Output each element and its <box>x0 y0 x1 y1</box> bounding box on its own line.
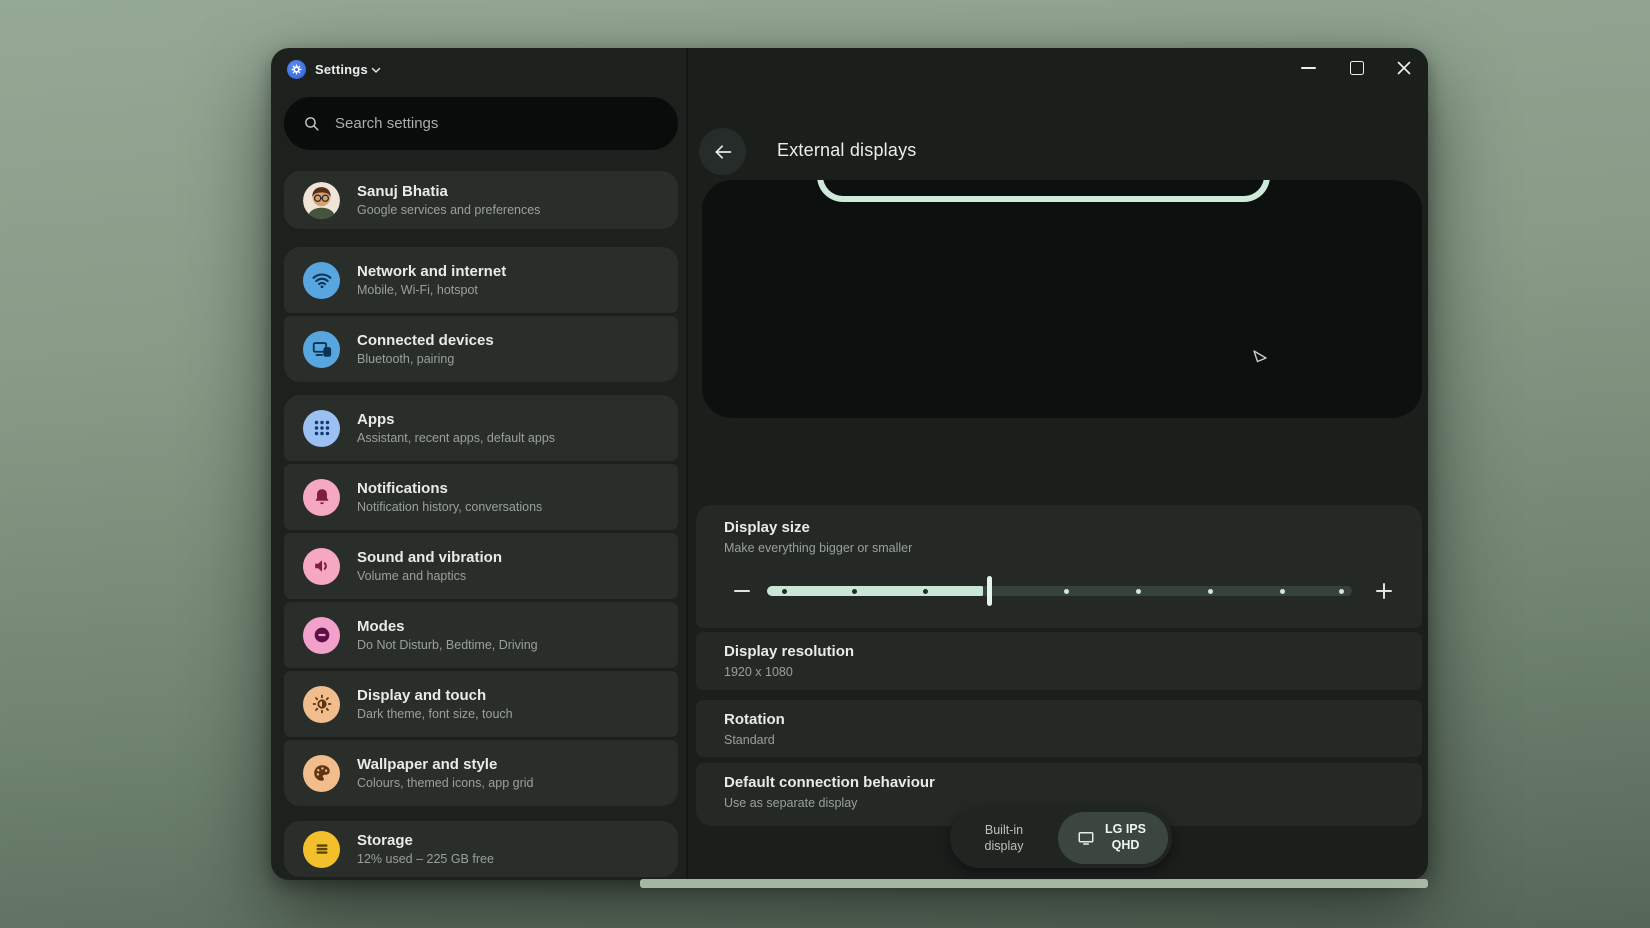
storage-icon <box>303 831 340 868</box>
display-switcher: Built-in display LG IPS QHD <box>950 808 1172 868</box>
titlebar: Settings <box>271 48 1428 92</box>
close-button[interactable] <box>1387 48 1421 88</box>
sidebar-item-subtitle: Do Not Disturb, Bedtime, Driving <box>357 638 538 652</box>
detail-pane: External displays Display size Make ever… <box>686 48 1428 880</box>
sidebar-item-subtitle: Notification history, conversations <box>357 500 542 514</box>
brightness-icon <box>303 686 340 723</box>
display-resolution-value: 1920 x 1080 <box>724 665 1422 680</box>
search-bar[interactable] <box>284 97 678 150</box>
switcher-option-external[interactable]: LG IPS QHD <box>1058 812 1168 864</box>
apps-grid-icon <box>303 410 340 447</box>
slider-tick <box>1208 589 1213 594</box>
dnd-icon <box>303 617 340 654</box>
search-input[interactable] <box>333 114 637 133</box>
switcher-option-builtin[interactable]: Built-in display <box>950 808 1058 868</box>
page-title: External displays <box>777 140 916 161</box>
sidebar-item-connected-devices[interactable]: Connected devices Bluetooth, pairing <box>284 316 678 382</box>
sidebar-item-title: Connected devices <box>357 332 494 349</box>
gear-icon <box>290 63 303 76</box>
sidebar-item-title: Sanuj Bhatia <box>357 183 540 200</box>
rotation-title: Rotation <box>724 711 1422 729</box>
maximize-button[interactable] <box>1340 48 1374 88</box>
close-icon <box>1397 61 1411 75</box>
sidebar-item-account[interactable]: Sanuj Bhatia Google services and prefere… <box>284 171 678 229</box>
sidebar-item-title: Sound and vibration <box>357 549 502 566</box>
sidebar-item-notifications[interactable]: Notifications Notification history, conv… <box>284 464 678 530</box>
sidebar-item-title: Storage <box>357 832 494 849</box>
palette-icon <box>303 755 340 792</box>
back-arrow-icon <box>713 142 733 162</box>
minus-icon <box>730 579 754 603</box>
window-bottom-highlight <box>640 879 1428 888</box>
slider-increase-button[interactable] <box>1372 579 1396 603</box>
sidebar-item-wallpaper[interactable]: Wallpaper and style Colours, themed icon… <box>284 740 678 806</box>
devices-icon <box>303 331 340 368</box>
sidebar-item-display[interactable]: Display and touch Dark theme, font size,… <box>284 671 678 737</box>
sidebar-item-sound[interactable]: Sound and vibration Volume and haptics <box>284 533 678 599</box>
settings-app-icon <box>287 60 306 79</box>
rotation-value: Standard <box>724 733 1422 748</box>
slider-tick <box>782 589 787 594</box>
display-preview-outline <box>817 180 1270 202</box>
bell-icon <box>303 479 340 516</box>
mouse-cursor-icon <box>1250 348 1270 368</box>
sidebar-item-title: Network and internet <box>357 263 506 280</box>
sidebar-item-subtitle: Volume and haptics <box>357 569 502 583</box>
sidebar-item-network[interactable]: Network and internet Mobile, Wi-Fi, hots… <box>284 247 678 313</box>
sidebar-item-subtitle: Mobile, Wi-Fi, hotspot <box>357 283 506 297</box>
minimize-icon <box>1301 67 1316 69</box>
sidebar-item-title: Modes <box>357 618 538 635</box>
sidebar-item-storage[interactable]: Storage 12% used – 225 GB free <box>284 821 678 877</box>
slider-tick <box>1280 589 1285 594</box>
back-button[interactable] <box>699 128 746 175</box>
settings-window: Settings <box>271 48 1428 880</box>
avatar <box>303 182 340 219</box>
sidebar-item-subtitle: Assistant, recent apps, default apps <box>357 431 555 445</box>
slider-tick <box>1064 589 1069 594</box>
display-resolution-row[interactable]: Display resolution 1920 x 1080 <box>696 632 1422 690</box>
sidebar: Sanuj Bhatia Google services and prefere… <box>271 92 686 880</box>
maximize-icon <box>1350 61 1364 75</box>
minimize-button[interactable] <box>1291 48 1325 88</box>
slider-tick <box>852 589 857 594</box>
display-resolution-title: Display resolution <box>724 643 1422 661</box>
window-title: Settings <box>315 62 368 77</box>
sidebar-item-modes[interactable]: Modes Do Not Disturb, Bedtime, Driving <box>284 602 678 668</box>
sidebar-item-title: Display and touch <box>357 687 513 704</box>
plus-icon <box>1372 579 1396 603</box>
display-size-subtitle: Make everything bigger or smaller <box>724 541 1422 556</box>
slider-tick <box>1339 589 1344 594</box>
speaker-icon <box>303 548 340 585</box>
slider-tick <box>1136 589 1141 594</box>
slider-thumb[interactable] <box>987 576 992 606</box>
switcher-external-label: LG IPS QHD <box>1102 822 1150 853</box>
sidebar-item-apps[interactable]: Apps Assistant, recent apps, default app… <box>284 395 678 461</box>
sidebar-item-title: Notifications <box>357 480 542 497</box>
display-size-title: Display size <box>724 519 1422 537</box>
sidebar-item-subtitle: Bluetooth, pairing <box>357 352 494 366</box>
default-connection-title: Default connection behaviour <box>724 774 1422 792</box>
wifi-icon <box>303 262 340 299</box>
switcher-builtin-label: Built-in display <box>964 822 1044 855</box>
rotation-row[interactable]: Rotation Standard <box>696 700 1422 757</box>
sidebar-item-subtitle: Colours, themed icons, app grid <box>357 776 533 790</box>
display-preview-panel <box>702 180 1422 418</box>
display-size-row: Display size Make everything bigger or s… <box>696 505 1422 628</box>
slider-track[interactable] <box>767 586 1352 596</box>
sidebar-item-title: Apps <box>357 411 555 428</box>
sidebar-item-subtitle: Google services and preferences <box>357 203 540 217</box>
slider-decrease-button[interactable] <box>730 579 754 603</box>
slider-tick <box>923 589 928 594</box>
display-size-slider <box>696 571 1422 609</box>
chevron-down-icon[interactable] <box>370 64 382 76</box>
sidebar-item-subtitle: 12% used – 225 GB free <box>357 852 494 866</box>
slider-fill <box>767 586 983 596</box>
sidebar-item-title: Wallpaper and style <box>357 756 533 773</box>
monitor-icon <box>1077 829 1095 847</box>
search-icon <box>303 115 320 132</box>
sidebar-item-subtitle: Dark theme, font size, touch <box>357 707 513 721</box>
